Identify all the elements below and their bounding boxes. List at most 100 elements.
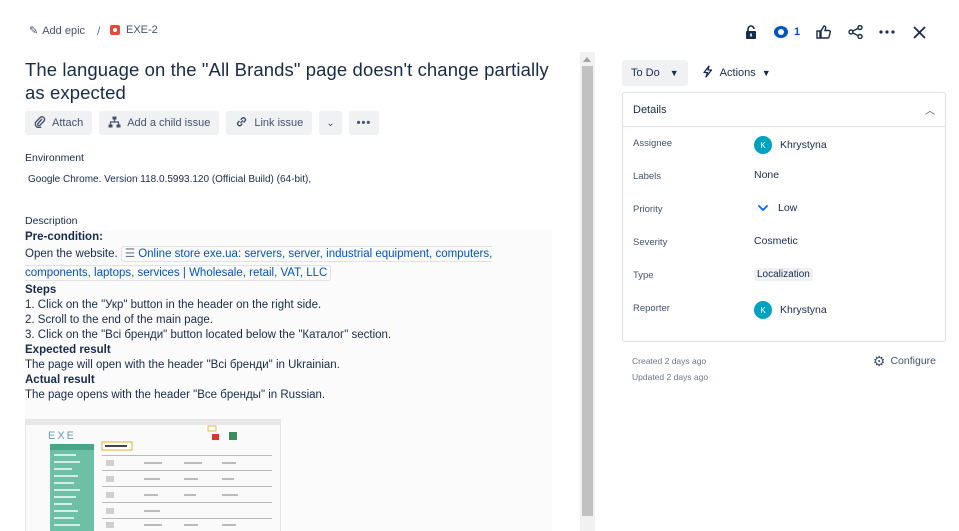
type-lozenge: Localization (754, 268, 813, 281)
link-issue-button[interactable]: Link issue (226, 111, 313, 135)
issue-key-link[interactable]: EXE-2 (110, 24, 158, 36)
svg-text:EXE: EXE (48, 430, 76, 442)
lightning-icon (702, 65, 713, 81)
severity-value: Cosmetic (754, 235, 798, 247)
add-child-issue-button[interactable]: Add a child issue (99, 111, 220, 135)
environment-label: Environment (25, 152, 84, 164)
watch-button[interactable]: 1 (767, 20, 807, 44)
screenshot-thumbnail-image: EXE (26, 420, 280, 531)
actual-heading: Actual result (25, 374, 95, 386)
detail-label: Assignee (633, 138, 673, 149)
watch-count: 1 (793, 26, 801, 38)
labels-value: None (754, 169, 780, 181)
link-issue-label: Link issue (254, 117, 304, 129)
assignee-name: Khrystyna (780, 139, 827, 151)
breadcrumb-separator: / (97, 24, 101, 38)
configure-label: Configure (890, 355, 936, 367)
issue-main: The language on the "All Brands" page do… (25, 58, 560, 531)
more-options-icon[interactable] (871, 20, 903, 44)
detail-row-severity: Severity Cosmetic (623, 226, 945, 259)
detail-label: Severity (633, 237, 668, 248)
precondition-text: Open the website. (25, 248, 118, 260)
description-body[interactable]: Pre-condition: Open the website. ☰ Online… (25, 230, 552, 531)
avatar: K (754, 301, 772, 319)
paperclip-icon (34, 115, 46, 131)
priority-low-icon (758, 202, 768, 214)
priority-field[interactable]: Low (754, 202, 797, 214)
step-item: 1. Click on the "Укр" button in the head… (25, 299, 322, 311)
chevron-down-icon: ▼ (669, 68, 679, 78)
lock-icon[interactable] (735, 20, 767, 44)
add-epic-label: Add epic (42, 24, 86, 37)
precondition-line: Open the website. ☰ Online store exe.ua: … (25, 245, 552, 283)
top-actions: 1 (735, 20, 935, 44)
attach-button[interactable]: Attach (25, 111, 93, 135)
issue-meta: Created 2 days ago Updated 2 days ago ⚙ … (622, 353, 946, 393)
details-panel: Details ︿ Assignee K Khrystyna Labels No… (622, 92, 946, 342)
attach-label: Attach (52, 117, 84, 129)
labels-field[interactable]: None (754, 169, 779, 181)
precondition-heading: Pre-condition: (25, 231, 103, 243)
detail-row-type: Type Localization (623, 259, 945, 292)
screenshot-attachment[interactable]: EXE (25, 419, 281, 531)
issue-sidebar: To Do ▼ Actions ▼ Details ︿ Assignee K K… (622, 60, 946, 393)
chevron-down-icon: ⌄ (326, 117, 335, 129)
priority-value: Low (778, 202, 798, 214)
status-row: To Do ▼ Actions ▼ (622, 60, 946, 86)
link-issue-dropdown[interactable]: ⌄ (319, 111, 342, 135)
details-header[interactable]: Details ︿ (623, 93, 945, 127)
issue-key-label: EXE-2 (126, 24, 158, 36)
description-label: Description (25, 215, 78, 227)
page-icon: ☰ (124, 248, 136, 260)
type-field[interactable]: Localization (754, 268, 813, 281)
chevron-up-icon: ︿ (925, 106, 935, 117)
detail-row-labels: Labels None (623, 160, 945, 193)
actions-dropdown[interactable]: Actions ▼ (696, 60, 777, 86)
environment-value[interactable]: Google Chrome. Version 118.0.5993.120 (O… (25, 174, 560, 185)
bug-icon (110, 25, 120, 35)
status-label: To Do (631, 67, 660, 79)
actual-text: The page opens with the header "Все брен… (25, 389, 326, 401)
add-child-label: Add a child issue (127, 117, 211, 129)
updated-timestamp: Updated 2 days ago (632, 372, 709, 382)
severity-field[interactable]: Cosmetic (754, 235, 798, 247)
assignee-field[interactable]: K Khrystyna (754, 136, 827, 154)
pencil-icon: ✎ (29, 25, 39, 37)
step-item: 3. Click on the "Всі бренди" button loca… (25, 329, 392, 341)
reporter-field[interactable]: K Khrystyna (754, 301, 827, 319)
avatar: K (754, 136, 772, 154)
toolbar-more-button[interactable]: ••• (348, 111, 380, 135)
details-heading: Details (633, 103, 667, 116)
detail-label: Type (633, 270, 654, 281)
scroll-up-arrow[interactable] (583, 57, 591, 62)
detail-row-assignee: Assignee K Khrystyna (623, 127, 945, 160)
main-scrollbar[interactable] (580, 52, 595, 531)
detail-row-priority: Priority Low (623, 193, 945, 226)
steps-heading: Steps (25, 284, 57, 296)
actions-label: Actions (719, 67, 756, 79)
link-icon (235, 116, 248, 131)
issue-header: ✎ Add epic / EXE-2 1 (0, 0, 959, 60)
issue-title[interactable]: The language on the "All Brands" page do… (25, 58, 560, 104)
detail-label: Priority (633, 204, 663, 215)
share-icon[interactable] (839, 20, 871, 44)
status-dropdown[interactable]: To Do ▼ (622, 60, 688, 86)
configure-button[interactable]: ⚙ Configure (873, 353, 936, 369)
issue-toolbar: Attach Add a child issue Link issue ⌄ ••… (25, 111, 560, 135)
detail-label: Labels (633, 171, 661, 182)
scrollbar-thumb[interactable] (582, 66, 593, 516)
step-item: 2. Scroll to the end of the main page. (25, 314, 213, 326)
chevron-down-icon: ▼ (761, 68, 771, 78)
expected-text: The page will open with the header "Всі … (25, 359, 340, 371)
eye-icon (773, 26, 788, 38)
close-icon[interactable] (903, 20, 935, 44)
gear-icon: ⚙ (872, 353, 886, 369)
more-options-icon: ••• (356, 117, 372, 129)
detail-label: Reporter (633, 303, 670, 314)
hierarchy-icon (108, 116, 121, 131)
add-epic-link[interactable]: ✎ Add epic (29, 24, 86, 38)
reporter-name: Khrystyna (780, 304, 827, 316)
detail-row-reporter: Reporter K Khrystyna (623, 292, 945, 325)
expected-heading: Expected result (25, 344, 111, 356)
like-icon[interactable] (807, 20, 839, 44)
